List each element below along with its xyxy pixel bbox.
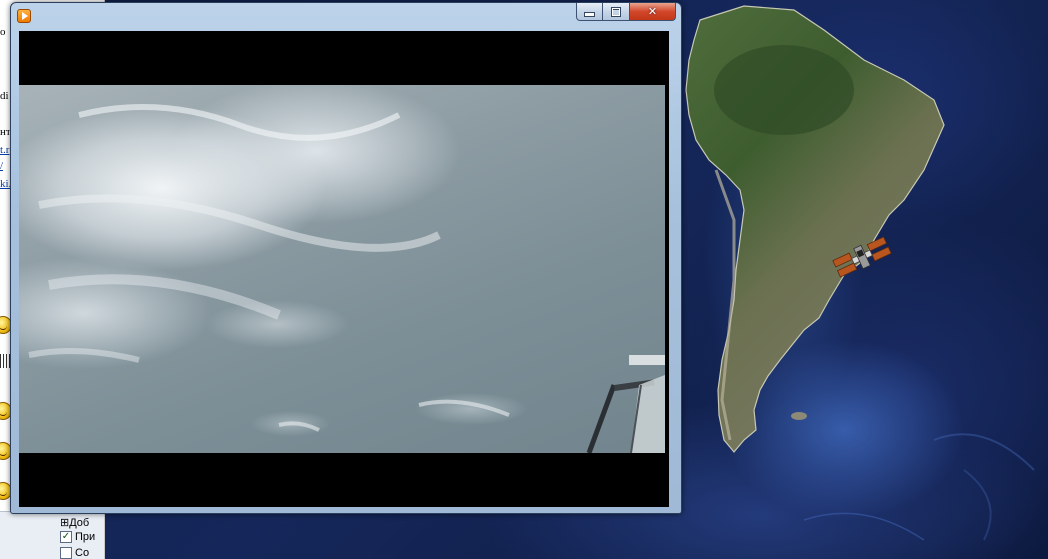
play-icon[interactable] <box>17 9 31 23</box>
falkland-islands <box>791 412 807 420</box>
cloud-streak <box>38 194 441 252</box>
close-button[interactable]: ✕ <box>630 3 676 21</box>
video-frame <box>19 85 665 453</box>
close-icon: ✕ <box>647 5 658 18</box>
maximize-icon <box>611 6 621 17</box>
satellite-icon[interactable] <box>832 232 892 282</box>
checkbox-label: Со <box>75 547 90 559</box>
cloud-streak <box>418 399 510 417</box>
minimize-icon <box>584 12 595 17</box>
checkbox-checked[interactable]: ✓ <box>60 531 72 544</box>
ocean-ridge <box>963 469 992 541</box>
group-label[interactable]: ⊞Доб <box>60 516 89 529</box>
minimize-button[interactable] <box>576 3 603 21</box>
amazon-forest <box>714 45 854 135</box>
checkbox-label: При <box>75 531 96 543</box>
text-fragment: о <box>0 26 6 38</box>
options-panel: ⊞Доб ✓ При Со <box>0 511 104 559</box>
text-fragment: di <box>0 90 9 102</box>
maximize-button[interactable] <box>603 3 630 21</box>
link-fragment[interactable]: t.r <box>0 144 9 156</box>
link-fragment[interactable]: / <box>0 160 3 172</box>
window-controls: ✕ <box>576 3 676 22</box>
cloud-streak <box>278 421 320 432</box>
checkbox-unchecked[interactable] <box>60 547 72 559</box>
title-bar[interactable]: ✕ <box>11 3 681 29</box>
cloud-streak <box>78 104 401 141</box>
video-surface[interactable] <box>19 31 669 507</box>
cloud-streak <box>48 274 281 320</box>
video-frame-details <box>28 104 665 453</box>
checkbox-row-1[interactable]: ✓ При <box>60 531 96 544</box>
video-player-window[interactable]: ✕ <box>10 2 682 514</box>
station-truss <box>586 355 665 453</box>
cloud-streak <box>28 348 140 363</box>
checkbox-row-2[interactable]: Со <box>60 547 89 559</box>
